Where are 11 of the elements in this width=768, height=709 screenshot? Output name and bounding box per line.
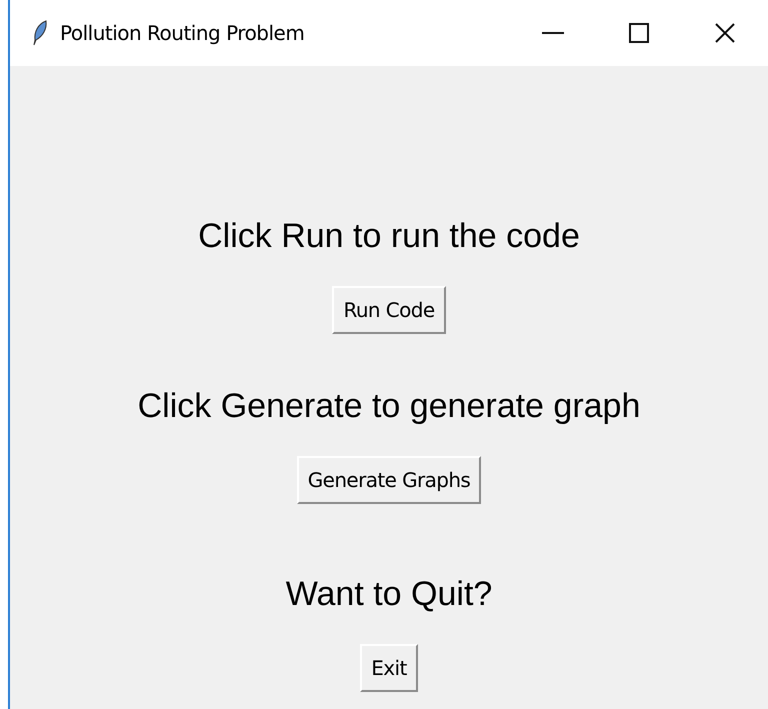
close-icon bbox=[715, 23, 735, 43]
action-button[interactable]: Generate Graphs bbox=[296, 456, 482, 504]
prompt-label: Want to Quit? bbox=[286, 574, 492, 614]
prompt-label: Click Generate to generate graph bbox=[138, 386, 640, 426]
window-title: Pollution Routing Problem bbox=[60, 20, 304, 47]
maximize-icon bbox=[629, 23, 649, 43]
action-button[interactable]: Run Code bbox=[332, 286, 446, 334]
prompt-label: Click Run to run the code bbox=[198, 216, 580, 256]
feather-icon bbox=[32, 20, 48, 46]
action-button[interactable]: Exit bbox=[360, 644, 418, 692]
minimize-icon bbox=[542, 32, 564, 34]
